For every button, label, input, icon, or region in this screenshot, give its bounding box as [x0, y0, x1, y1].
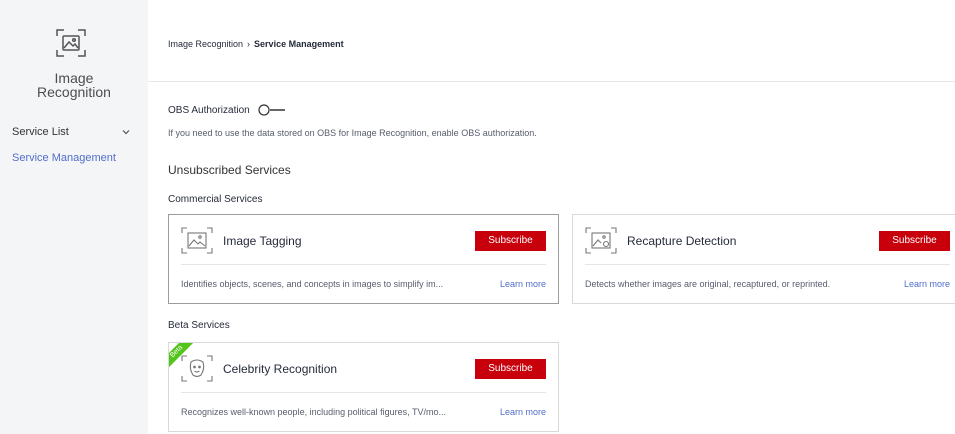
image-tagging-learn-more-link[interactable]: Learn more — [500, 279, 546, 289]
sidebar-item-label: Service List — [12, 126, 69, 138]
image-tagging-subscribe-button[interactable]: Subscribe — [475, 230, 546, 251]
service-card-recapture-detection: Recapture Detection Subscribe Detects wh… — [572, 214, 955, 304]
sidebar: Image Recognition Service List Service M… — [0, 0, 148, 434]
brand-line-1: Image — [54, 70, 94, 86]
breadcrumb: Image Recognition › Service Management — [168, 39, 344, 49]
recapture-detection-icon — [585, 227, 617, 254]
obs-authorization-description: If you need to use the data stored on OB… — [168, 128, 537, 138]
image-recognition-icon — [56, 29, 86, 57]
celebrity-recognition-subscribe-button[interactable]: Subscribe — [475, 358, 546, 379]
celebrity-recognition-learn-more-link[interactable]: Learn more — [500, 407, 546, 417]
card-divider — [181, 264, 546, 265]
sidebar-item-service-list[interactable]: Service List — [12, 125, 130, 139]
card-description: Identifies objects, scenes, and concepts… — [181, 279, 444, 289]
breadcrumb-current: Service Management — [254, 39, 344, 49]
obs-authorization-row: OBS Authorization — [168, 104, 286, 116]
card-description: Detects whether images are original, rec… — [585, 279, 831, 289]
image-tagging-icon — [181, 227, 213, 254]
breadcrumb-separator: › — [247, 39, 251, 49]
face-recognition-icon — [181, 355, 213, 382]
commercial-services-title: Commercial Services — [168, 194, 263, 205]
recapture-detection-subscribe-button[interactable]: Subscribe — [879, 230, 950, 251]
brand-name: Image Recognition — [0, 71, 148, 99]
breadcrumb-root[interactable]: Image Recognition — [168, 39, 243, 49]
service-card-celebrity-recognition: Beta Celebrity Recognition Subscribe Rec… — [168, 342, 559, 432]
recapture-detection-learn-more-link[interactable]: Learn more — [904, 279, 950, 289]
sidebar-item-service-management[interactable]: Service Management — [12, 151, 130, 165]
card-title: Celebrity Recognition — [223, 361, 338, 376]
card-divider — [585, 264, 950, 265]
obs-authorization-toggle[interactable] — [258, 104, 286, 116]
card-divider — [181, 392, 546, 393]
sidebar-item-label: Service Management — [12, 152, 116, 164]
unsubscribed-services-title: Unsubscribed Services — [168, 163, 291, 177]
header-divider — [148, 81, 955, 82]
chevron-down-icon — [122, 130, 130, 135]
card-title: Image Tagging — [223, 233, 302, 248]
card-description: Recognizes well-known people, including … — [181, 407, 446, 417]
service-card-image-tagging: Image Tagging Subscribe Identifies objec… — [168, 214, 559, 304]
brand-line-2: Recognition — [37, 84, 111, 100]
main-content: Image Recognition › Service Management O… — [148, 0, 955, 434]
card-title: Recapture Detection — [627, 233, 737, 248]
beta-services-title: Beta Services — [168, 320, 230, 331]
obs-authorization-label: OBS Authorization — [168, 104, 250, 116]
